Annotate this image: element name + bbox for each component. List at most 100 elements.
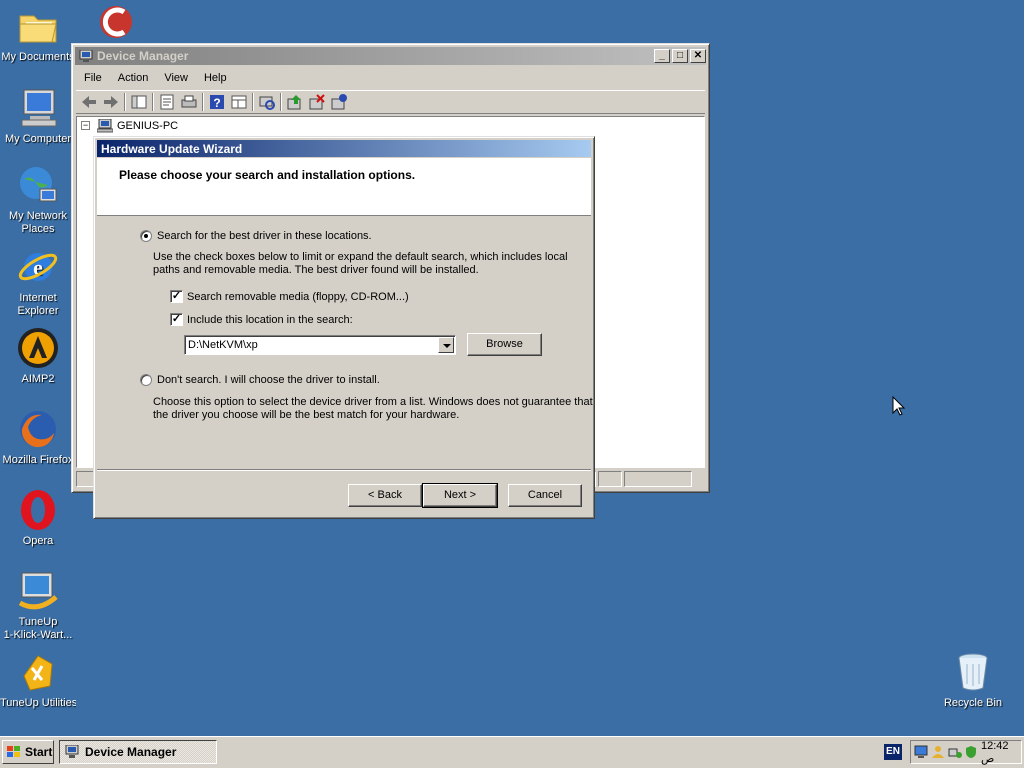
toolbar-separator xyxy=(280,93,282,111)
cancel-button[interactable]: Cancel xyxy=(508,484,582,507)
desktop-icon-label: My Computer xyxy=(4,133,72,145)
tree-root-label[interactable]: GENIUS-PC xyxy=(117,120,178,132)
hardware-update-wizard: Hardware Update Wizard Please choose you… xyxy=(93,136,595,519)
next-button[interactable]: Next > xyxy=(422,483,498,508)
opera-icon xyxy=(16,488,60,532)
tray-network-icon[interactable] xyxy=(948,745,962,759)
computer-node-icon xyxy=(96,118,114,133)
desktop-icon-recycle-bin[interactable]: Recycle Bin xyxy=(935,650,1011,710)
svg-text:?: ? xyxy=(213,96,220,110)
firefox-icon xyxy=(16,407,60,451)
dont-search-description: the driver you choose will be the best m… xyxy=(153,409,460,421)
status-cell xyxy=(624,471,692,487)
disable-device-icon[interactable] xyxy=(330,93,348,111)
desktop-icon-tuneup-utilities[interactable]: TuneUp Utilities xyxy=(0,650,76,710)
toolbar-separator xyxy=(202,93,204,111)
desktop-icon-label: TuneUp Utilities xyxy=(0,697,76,709)
desktop-icon-opera[interactable]: Opera xyxy=(0,488,76,548)
print-icon[interactable] xyxy=(180,93,198,111)
dont-search-description: Choose this option to select the device … xyxy=(153,396,593,408)
start-button[interactable]: Start xyxy=(2,740,54,764)
desktop-icon-label: Internet xyxy=(19,292,57,304)
search-description: paths and removable media. The best driv… xyxy=(153,264,479,276)
radio-dont-search-label[interactable]: Don't search. I will choose the driver t… xyxy=(157,374,380,387)
device-manager-app-icon xyxy=(79,49,93,62)
properties-icon[interactable] xyxy=(158,93,176,111)
wizard-heading: Please choose your search and installati… xyxy=(119,168,416,182)
computer-icon xyxy=(16,86,60,130)
menu-help[interactable]: Help xyxy=(196,72,235,84)
taskbar: Start Device Manager EN 12:42 ص xyxy=(0,736,1024,768)
radio-search-best-driver[interactable] xyxy=(140,230,152,242)
toolbar-separator xyxy=(124,93,126,111)
clock[interactable]: 12:42 ص xyxy=(981,740,1021,765)
tree-collapse-toggle[interactable]: − xyxy=(81,121,90,130)
device-manager-task-icon xyxy=(64,744,80,759)
internet-explorer-icon: e xyxy=(16,245,60,289)
chevron-down-icon[interactable] xyxy=(438,337,454,353)
search-description: Use the check boxes below to limit or ex… xyxy=(153,251,568,263)
maximize-button[interactable]: □ xyxy=(672,49,688,63)
device-manager-title: Device Manager xyxy=(97,49,189,63)
uninstall-icon[interactable] xyxy=(308,93,326,111)
toolbar-separator xyxy=(152,93,154,111)
menu-bar: File Action View Help xyxy=(76,68,705,88)
desktop-icon-aimp2[interactable]: AIMP2 xyxy=(0,326,76,386)
ccleaner-icon[interactable] xyxy=(94,2,138,42)
desktop-icon-internet-explorer[interactable]: e Internet Explorer xyxy=(0,245,76,318)
help-icon[interactable]: ? xyxy=(208,93,226,111)
tray-user-icon[interactable] xyxy=(931,745,945,759)
recycle-bin-icon xyxy=(951,650,995,694)
tray-monitor-icon[interactable] xyxy=(914,745,928,759)
update-driver-icon[interactable] xyxy=(286,93,304,111)
location-combobox[interactable]: D:\NetKVM\xp xyxy=(184,335,456,355)
show-hide-tree-icon[interactable] xyxy=(130,93,148,111)
desktop-icon-label: Explorer xyxy=(17,305,59,317)
radio-search-label[interactable]: Search for the best driver in these loca… xyxy=(157,230,372,243)
checkbox-include-location[interactable]: ✓ xyxy=(170,313,183,326)
scan-hardware-icon[interactable] xyxy=(258,93,276,111)
wizard-divider xyxy=(97,469,591,471)
forward-arrow-icon[interactable] xyxy=(102,93,120,111)
checkbox-removable-label[interactable]: Search removable media (floppy, CD-ROM..… xyxy=(187,291,409,304)
desktop-icon-my-computer[interactable]: My Computer xyxy=(0,86,76,146)
desktop-icon-my-documents[interactable]: My Documents xyxy=(0,4,76,64)
tuneup-monitor-icon xyxy=(16,569,60,613)
close-button[interactable]: ✕ xyxy=(690,49,706,63)
system-tray: 12:42 ص xyxy=(910,740,1022,765)
back-arrow-icon[interactable] xyxy=(80,93,98,111)
menu-view[interactable]: View xyxy=(156,72,196,84)
checkbox-removable-media[interactable]: ✓ xyxy=(170,290,183,303)
device-manager-titlebar[interactable]: Device Manager _ □ ✕ xyxy=(75,47,706,65)
browse-button[interactable]: Browse xyxy=(467,333,542,356)
task-label: Device Manager xyxy=(85,745,177,759)
wizard-title: Hardware Update Wizard xyxy=(101,141,243,156)
windows-logo-icon xyxy=(6,745,22,759)
tuneup-utilities-icon xyxy=(16,650,60,694)
toolbar-separator xyxy=(252,93,254,111)
desktop-icon-label: 1-Klick-Wart... xyxy=(3,629,73,641)
desktop-icon-my-network-places[interactable]: My Network Places xyxy=(0,163,76,236)
view-icon[interactable] xyxy=(230,93,248,111)
radio-dont-search[interactable] xyxy=(140,374,152,386)
wizard-titlebar[interactable]: Hardware Update Wizard xyxy=(97,140,591,157)
back-button[interactable]: < Back xyxy=(348,484,422,507)
taskbar-item-device-manager[interactable]: Device Manager xyxy=(59,740,217,764)
network-globe-icon xyxy=(16,163,60,207)
location-value: D:\NetKVM\xp xyxy=(188,339,258,351)
desktop-icon-label: AIMP2 xyxy=(21,373,55,385)
desktop-icon-label: Recycle Bin xyxy=(943,697,1003,709)
minimize-button[interactable]: _ xyxy=(654,49,670,63)
desktop-icon-tuneup-1-klick[interactable]: TuneUp 1-Klick-Wart... xyxy=(0,569,76,642)
tray-security-icon[interactable] xyxy=(965,745,977,759)
desktop-icon-label: TuneUp xyxy=(18,616,58,628)
desktop-icon-mozilla-firefox[interactable]: Mozilla Firefox xyxy=(0,407,76,467)
aimp-icon xyxy=(16,326,60,370)
menu-action[interactable]: Action xyxy=(110,72,157,84)
wizard-header: Please choose your search and installati… xyxy=(97,158,591,216)
checkbox-location-label[interactable]: Include this location in the search: xyxy=(187,314,353,327)
start-label: Start xyxy=(25,745,53,759)
language-indicator[interactable]: EN xyxy=(884,744,902,760)
menu-file[interactable]: File xyxy=(76,72,110,84)
desktop-icon-label: My Network xyxy=(8,210,68,222)
